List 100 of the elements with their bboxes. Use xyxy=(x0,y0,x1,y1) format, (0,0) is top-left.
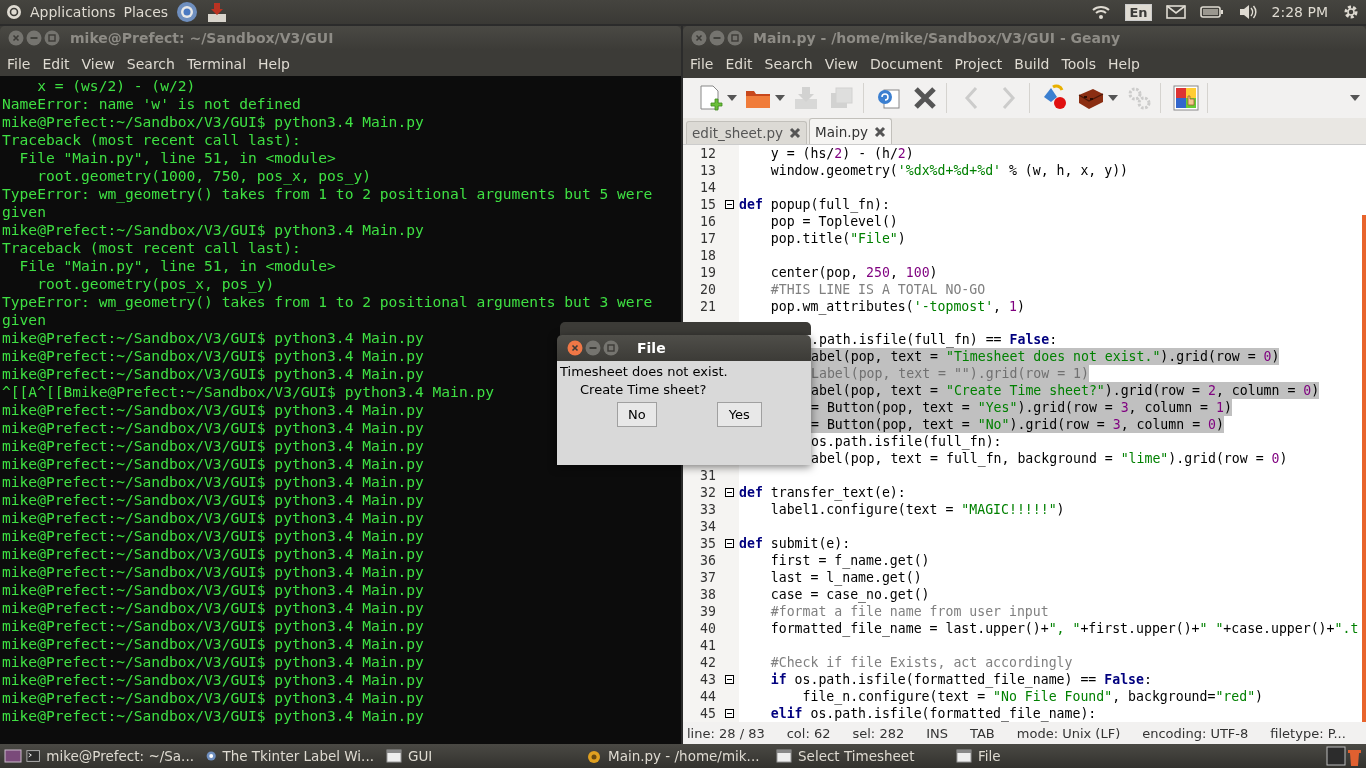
terminal-line: mike@Prefect:~/Sandbox/V3/GUI$ python3.4 Main.py xyxy=(2,365,424,383)
line-number: 20 xyxy=(699,281,717,298)
line-number: 38 xyxy=(699,586,717,603)
dropdown-caret-icon[interactable] xyxy=(1108,95,1118,101)
show-desktop-icon[interactable] xyxy=(4,748,22,764)
status-field: filetype: P... xyxy=(1270,725,1346,741)
terminal-line: given xyxy=(2,311,46,329)
fold-marker-icon[interactable] xyxy=(725,200,734,209)
dialog-button[interactable]: Yes xyxy=(716,402,762,427)
fold-marker-icon[interactable] xyxy=(725,675,734,684)
file-tab[interactable]: edit_sheet.py xyxy=(686,121,807,144)
line-number: 12 xyxy=(699,145,717,162)
browser-icon[interactable] xyxy=(176,1,199,23)
menu-item[interactable]: File xyxy=(1,56,37,72)
menu-item[interactable]: File xyxy=(684,56,720,72)
keyboard-layout-indicator[interactable]: En xyxy=(1125,3,1152,21)
terminal-line: mike@Prefect:~/Sandbox/V3/GUI$ python3.4 Main.py xyxy=(2,347,424,365)
line-number: 31 xyxy=(699,467,717,484)
menu-item[interactable]: Edit xyxy=(719,56,759,72)
menu-item[interactable]: Search xyxy=(758,56,819,72)
menu-item[interactable]: Build xyxy=(1008,56,1056,72)
line-number: 45 xyxy=(699,705,717,722)
terminal-line: ^[[A^[[Bmike@Prefect:~/Sandbox/V3/GUI$ python3.4 Main.py xyxy=(2,383,495,401)
menu-item[interactable]: Help xyxy=(1102,56,1146,72)
dropdown-caret-icon[interactable] xyxy=(727,95,737,101)
window-title: File xyxy=(637,340,666,356)
minimize-icon[interactable] xyxy=(585,340,601,356)
taskbar-item[interactable]: The Tkinter Label Wi... xyxy=(202,745,382,767)
terminal-line: NameError: name 'w' is not defined xyxy=(2,95,301,113)
menu-item[interactable]: Search xyxy=(120,56,181,72)
mail-icon[interactable] xyxy=(1165,5,1186,19)
clock[interactable]: 2:28 PM xyxy=(1271,4,1328,20)
line-number: 19 xyxy=(699,264,717,281)
menu-item[interactable]: View xyxy=(75,56,121,72)
terminal-line: mike@Prefect:~/Sandbox/V3/GUI$ python3.4 Main.py xyxy=(2,671,424,689)
dialog-button[interactable]: No xyxy=(617,402,657,427)
code-line: #THIS LINE IS A TOTAL NO-GO xyxy=(769,281,986,298)
line-number: 32 xyxy=(699,484,717,501)
terminal-line: root.geometry(1000, 750, pos_x, pos_y) xyxy=(36,167,372,185)
battery-icon[interactable] xyxy=(1199,5,1224,19)
color-chooser-icon[interactable] xyxy=(1171,83,1201,113)
scrollbar-thumb[interactable] xyxy=(1362,215,1366,722)
menu-item[interactable]: Edit xyxy=(36,56,76,72)
close-icon[interactable] xyxy=(789,127,801,139)
close-icon[interactable] xyxy=(567,340,583,356)
menu-item[interactable]: Document xyxy=(863,56,949,72)
terminal-line: File "Main.py", line 51, in <module> xyxy=(18,257,336,275)
code-line: last = l_name.get() xyxy=(769,569,922,586)
taskbar-item[interactable]: Select Timesheet xyxy=(772,745,952,767)
ubuntu-logo-icon[interactable] xyxy=(6,4,22,20)
dropdown-caret-icon[interactable] xyxy=(775,95,785,101)
line-number: 21 xyxy=(699,298,717,315)
taskbar-item[interactable]: Main.py - /home/mik... xyxy=(582,745,772,767)
menu-item[interactable]: Tools xyxy=(1055,56,1102,72)
terminal-line: given xyxy=(2,203,46,221)
menu-item[interactable]: View xyxy=(818,56,864,72)
code-line: #format a file name from user input xyxy=(769,603,1049,620)
code-line: y = (hs/2) - (h/2) xyxy=(769,145,914,162)
code-line: window.geometry('%dx%d+%d+%d' % (w, h, x, y)) xyxy=(769,162,1129,179)
close-icon[interactable] xyxy=(874,125,887,138)
settings-icon[interactable] xyxy=(1342,3,1360,21)
volume-icon[interactable] xyxy=(1237,4,1258,20)
terminal-line: mike@Prefect:~/Sandbox/V3/GUI$ python3.4 Main.py xyxy=(2,473,424,491)
panel-menu[interactable]: Places xyxy=(123,4,169,20)
code-line: case = case_no.get() xyxy=(769,586,930,603)
fold-marker-icon[interactable] xyxy=(725,539,734,548)
line-number: 16 xyxy=(699,213,717,230)
code-line: formatted_file_name = last.upper()+", "+first.upper()+" "+case.upper()+".t xyxy=(769,620,1359,637)
panel-menu[interactable]: Applications xyxy=(30,4,116,20)
line-number: 13 xyxy=(699,162,717,179)
download-tray-icon[interactable] xyxy=(206,1,229,23)
terminal-line: Traceback (most recent call last): xyxy=(2,131,301,149)
line-number: 34 xyxy=(699,518,717,535)
terminal-line: mike@Prefect:~/Sandbox/V3/GUI$ python3.4 Main.py xyxy=(2,581,424,599)
taskbar-item[interactable]: mike@Prefect: ~/Sa... xyxy=(22,745,202,767)
terminal-line: mike@Prefect:~/Sandbox/V3/GUI$ python3.4 Main.py xyxy=(2,563,424,581)
line-number: 43 xyxy=(699,671,717,688)
code-line: file_n.configure(text = "No File Found", background="red") xyxy=(802,688,1264,705)
fold-marker-icon[interactable] xyxy=(725,709,734,718)
window-icon xyxy=(386,748,402,764)
line-number: 35 xyxy=(699,535,717,552)
line-number: 44 xyxy=(699,688,717,705)
terminal-line: TypeError: wm_geometry() takes from 1 to 2 positional arguments but 3 were xyxy=(2,293,653,311)
terminal-line: mike@Prefect:~/Sandbox/V3/GUI$ python3.4 Main.py xyxy=(2,545,424,563)
menu-item[interactable]: Help xyxy=(252,56,296,72)
code-line: first = f_name.get() xyxy=(769,552,930,569)
overflow-caret-icon[interactable] xyxy=(1350,95,1360,101)
taskbar-item[interactable]: GUI xyxy=(382,745,582,767)
menu-item[interactable]: Terminal xyxy=(180,56,253,72)
status-field: INS xyxy=(926,725,948,741)
terminal-line: mike@Prefect:~/Sandbox/V3/GUI$ python3.4 Main.py xyxy=(2,617,424,635)
fold-marker-icon[interactable] xyxy=(725,488,734,497)
terminal-line: x = (ws/2) - (w/2) xyxy=(36,77,196,95)
trash-icon[interactable] xyxy=(1326,745,1362,767)
code-line: def submit(e): xyxy=(739,535,851,552)
terminal-line: mike@Prefect:~/Sandbox/V3/GUI$ python3.4 Main.py xyxy=(2,509,424,527)
menu-item[interactable]: Project xyxy=(948,56,1009,72)
wifi-icon[interactable] xyxy=(1091,4,1112,20)
taskbar-item[interactable]: File xyxy=(952,745,1132,767)
file-tab[interactable]: Main.py xyxy=(809,118,893,144)
